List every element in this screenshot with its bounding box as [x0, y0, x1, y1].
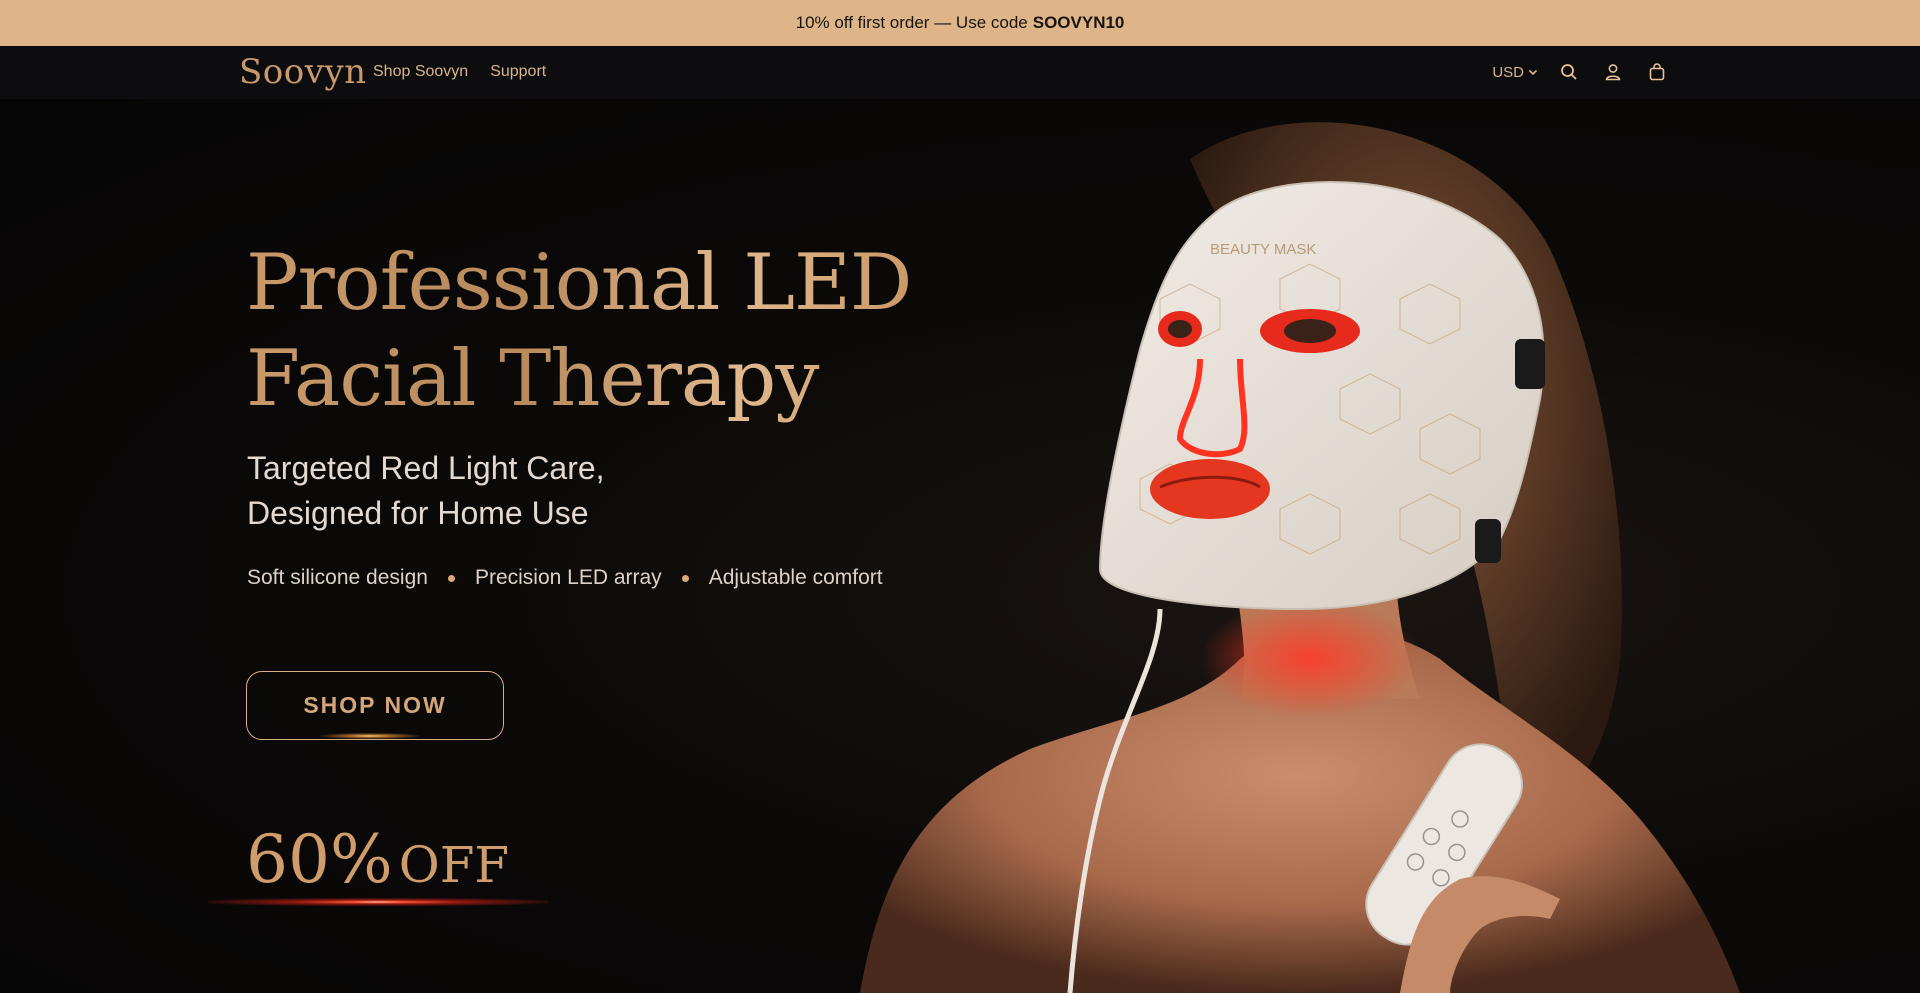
logo[interactable]: Soovyn: [239, 52, 367, 92]
hero-subheadline: Targeted Red Light Care, Designed for Ho…: [247, 446, 807, 536]
button-glow: [320, 733, 420, 739]
bullet-dot: [447, 574, 455, 582]
hero-image: BEAUTY MASK: [860, 122, 1740, 993]
headline-line-1: Professional LED: [246, 238, 912, 328]
main-nav: Shop Soovyn Support: [373, 63, 546, 81]
headline-line-2: Facial Therapy: [246, 334, 819, 424]
subhead-line-1: Targeted Red Light Care,: [247, 450, 605, 486]
announcement-bar: 10% off first order — Use code SOOVYN10: [0, 0, 1920, 46]
bullet-dot: [681, 574, 689, 582]
search-icon[interactable]: [1556, 59, 1582, 85]
account-icon[interactable]: [1600, 59, 1626, 85]
feature-list: Soft silicone design Precision LED array…: [247, 566, 883, 590]
cart-icon[interactable]: [1644, 59, 1670, 85]
shop-now-button[interactable]: SHOP NOW: [246, 671, 504, 740]
site-header: Soovyn Shop Soovyn Support USD: [0, 46, 1920, 99]
chevron-down-icon: [1528, 69, 1538, 76]
currency-selector[interactable]: USD: [1492, 64, 1538, 81]
nav-support[interactable]: Support: [490, 63, 546, 81]
red-glow-line: [208, 898, 548, 906]
currency-label: USD: [1492, 63, 1524, 81]
announcement-text: 10% off first order — Use code: [795, 13, 1028, 32]
hero-headline: Professional LED Facial Therapy: [246, 235, 946, 427]
header-actions: USD: [1492, 59, 1670, 85]
feature-item: Precision LED array: [474, 566, 662, 589]
promo-code: SOOVYN10: [1032, 13, 1125, 32]
discount-off: OFF: [398, 836, 510, 894]
feature-item: Soft silicone design: [247, 566, 428, 589]
hero-banner: BEAUTY MASK Professional LED Facial Ther…: [0, 99, 1920, 993]
mask-brand: BEAUTY MASK: [1210, 241, 1316, 258]
discount-percent: 60%: [246, 821, 393, 898]
feature-item: Adjustable comfort: [708, 566, 883, 589]
subhead-line-2: Designed for Home Use: [247, 495, 589, 531]
discount-label: 60% OFF: [246, 821, 509, 898]
nav-shop-soovyn[interactable]: Shop Soovyn: [373, 63, 468, 81]
